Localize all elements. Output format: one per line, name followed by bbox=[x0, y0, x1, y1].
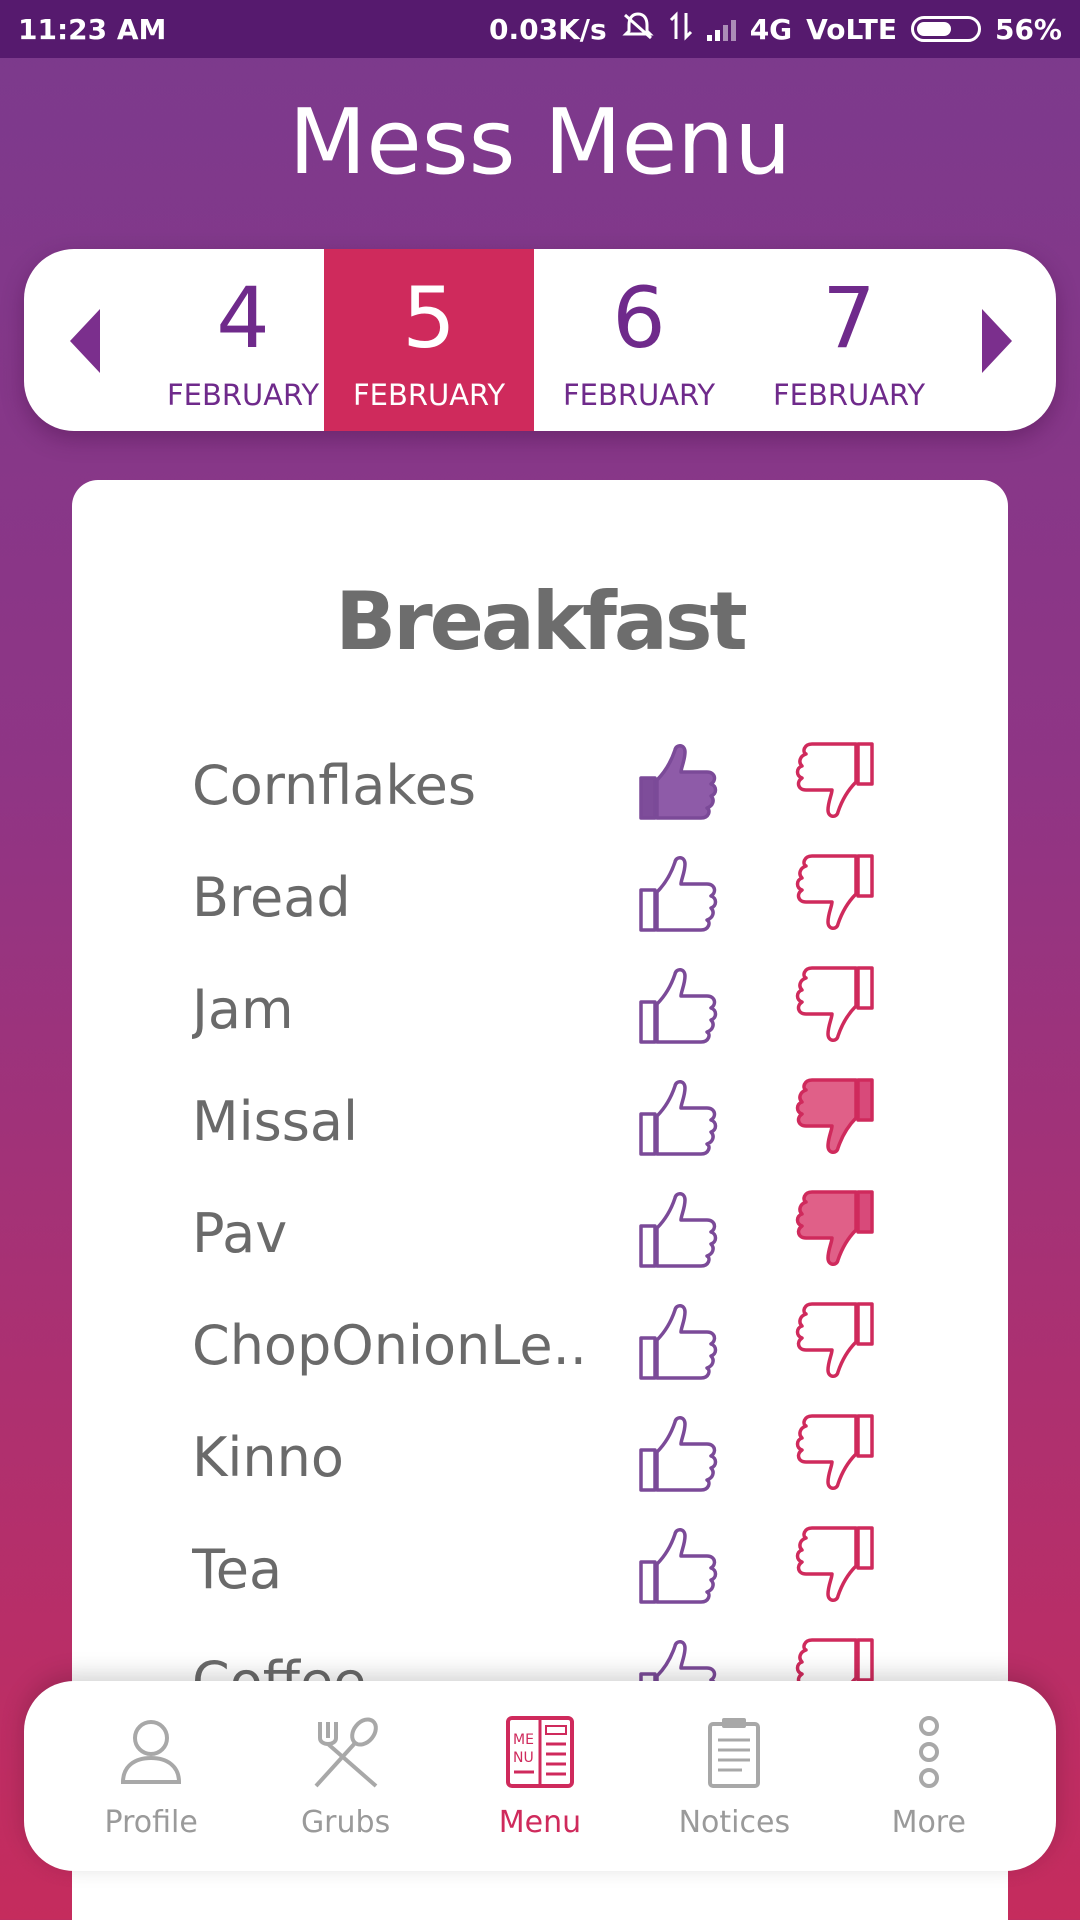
menu-item-row: Kinno bbox=[72, 1410, 1008, 1510]
signal-icon bbox=[706, 17, 736, 41]
data-transfer-icon bbox=[669, 10, 693, 48]
date-item-4[interactable]: 4 FEBRUARY bbox=[138, 249, 348, 431]
thumbs-up-icon[interactable] bbox=[635, 962, 721, 1048]
person-icon bbox=[111, 1712, 191, 1797]
thumbs-up-icon[interactable] bbox=[635, 850, 721, 936]
menu-item-row: ChopOnionLe... bbox=[72, 1298, 1008, 1398]
menu-item-row: Cornflakes bbox=[72, 738, 1008, 838]
menu-item-name: Kinno bbox=[192, 1426, 344, 1489]
date-month: FEBRUARY bbox=[166, 378, 320, 412]
nav-item-grubs[interactable]: Grubs bbox=[256, 1712, 436, 1840]
network-type: 4G bbox=[749, 12, 793, 46]
thumbs-down-icon[interactable] bbox=[792, 850, 878, 936]
thumbs-down-icon[interactable] bbox=[792, 1410, 878, 1496]
nav-item-profile[interactable]: Profile bbox=[61, 1712, 241, 1840]
menu-item-row: Pav bbox=[72, 1186, 1008, 1286]
thumbs-down-icon[interactable] bbox=[792, 962, 878, 1048]
next-dates-arrow-icon[interactable] bbox=[982, 309, 1012, 373]
status-indicators: 0.03K/s 4G VoLTE 56% bbox=[489, 10, 1062, 48]
previous-dates-arrow-icon[interactable] bbox=[70, 309, 100, 373]
menu-item-name: Pav bbox=[192, 1202, 288, 1265]
menu-item-name: Bread bbox=[192, 866, 351, 929]
nav-label: More bbox=[891, 1805, 966, 1840]
battery-percent: 56% bbox=[994, 12, 1062, 46]
svg-text:ME: ME bbox=[513, 1732, 534, 1748]
menu-item-name: Missal bbox=[192, 1090, 358, 1153]
date-day: 7 bbox=[822, 269, 876, 367]
menu-item-name: Jam bbox=[192, 978, 294, 1041]
date-item-6[interactable]: 6 FEBRUARY bbox=[534, 249, 744, 431]
date-selector: 4 FEBRUARY 5 FEBRUARY 6 FEBRUARY 7 FEBRU… bbox=[24, 249, 1056, 431]
thumbs-up-icon[interactable] bbox=[635, 1074, 721, 1160]
menu-item-name: Cornflakes bbox=[192, 754, 477, 817]
meal-title: Breakfast bbox=[335, 575, 748, 668]
thumbs-up-icon[interactable] bbox=[635, 1298, 721, 1384]
date-month: FEBRUARY bbox=[352, 378, 506, 412]
nav-item-menu[interactable]: ME NU Menu bbox=[450, 1712, 630, 1840]
thumbs-down-icon[interactable] bbox=[792, 1074, 878, 1160]
fork-spoon-icon bbox=[306, 1712, 386, 1797]
network-speed: 0.03K/s bbox=[489, 12, 607, 46]
battery-icon bbox=[910, 16, 981, 42]
bottom-navigation: Profile Grubs ME NU Menu Notices More bbox=[24, 1681, 1056, 1871]
nav-label: Notices bbox=[678, 1805, 791, 1840]
volte-label: VoLTE bbox=[806, 12, 897, 46]
date-day: 4 bbox=[216, 269, 270, 367]
menu-item-name: ChopOnionLe... bbox=[192, 1314, 582, 1377]
thumbs-up-icon[interactable] bbox=[635, 1522, 721, 1608]
nav-label: Profile bbox=[104, 1805, 198, 1840]
thumbs-up-icon[interactable] bbox=[635, 1186, 721, 1272]
menu-item-name: Tea bbox=[192, 1538, 283, 1601]
nav-label: Menu bbox=[498, 1805, 582, 1840]
date-month: FEBRUARY bbox=[772, 378, 926, 412]
thumbs-down-icon[interactable] bbox=[792, 1298, 878, 1384]
page-title: Mess Menu bbox=[288, 90, 792, 195]
thumbs-up-icon[interactable] bbox=[635, 1410, 721, 1496]
status-time: 11:23 AM bbox=[18, 12, 167, 46]
status-bar: 11:23 AM 0.03K/s 4G VoLTE 56% bbox=[0, 0, 1080, 58]
thumbs-down-icon[interactable] bbox=[792, 1186, 878, 1272]
menu-item-row: Jam bbox=[72, 962, 1008, 1062]
thumbs-up-icon[interactable] bbox=[635, 738, 721, 824]
date-item-5[interactable]: 5 FEBRUARY bbox=[324, 249, 534, 431]
nav-item-notices[interactable]: Notices bbox=[644, 1712, 824, 1840]
menu-item-row: Missal bbox=[72, 1074, 1008, 1174]
menu-item-row: Tea bbox=[72, 1522, 1008, 1622]
menu-book-icon: ME NU bbox=[500, 1712, 580, 1797]
silent-icon bbox=[621, 11, 655, 48]
nav-item-more[interactable]: More bbox=[839, 1712, 1019, 1840]
date-day: 6 bbox=[612, 269, 666, 367]
svg-text:NU: NU bbox=[513, 1750, 534, 1766]
date-item-7[interactable]: 7 FEBRUARY bbox=[744, 249, 954, 431]
date-day: 5 bbox=[402, 269, 456, 367]
more-dots-icon bbox=[889, 1712, 969, 1797]
menu-item-row: Bread bbox=[72, 850, 1008, 950]
date-month: FEBRUARY bbox=[562, 378, 716, 412]
clipboard-icon bbox=[694, 1712, 774, 1797]
thumbs-down-icon[interactable] bbox=[792, 738, 878, 824]
nav-label: Grubs bbox=[300, 1805, 391, 1840]
thumbs-down-icon[interactable] bbox=[792, 1522, 878, 1608]
